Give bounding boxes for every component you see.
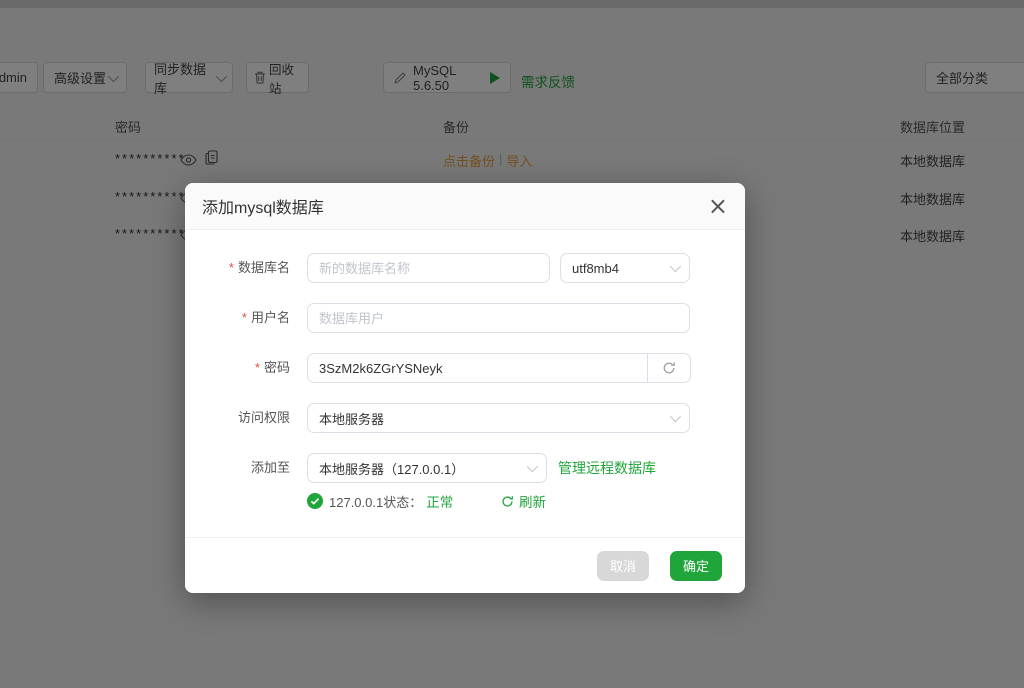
- status-refresh-link[interactable]: 刷新: [501, 492, 546, 510]
- server-status-row: 127.0.0.1状态： 正常: [307, 492, 453, 510]
- modal-header: 添加mysql数据库 ×: [185, 183, 745, 230]
- close-icon[interactable]: ×: [708, 194, 728, 218]
- access-label-text: 访问权限: [237, 410, 290, 425]
- access-select[interactable]: 本地服务器: [307, 403, 690, 433]
- db-name-label: * 数据库名: [185, 253, 290, 283]
- db-name-label-text: 数据库名: [237, 260, 290, 275]
- add-to-select[interactable]: 本地服务器（127.0.0.1）: [307, 453, 547, 483]
- modal-footer: 取消 确定: [185, 537, 745, 593]
- refresh-icon: [662, 361, 676, 375]
- db-name-input[interactable]: [307, 253, 550, 283]
- add-to-label-text: 添加至: [250, 460, 290, 475]
- username-label-text: 用户名: [250, 310, 290, 325]
- access-value: 本地服务器: [319, 411, 385, 427]
- password-label-text: 密码: [263, 360, 290, 375]
- database-manager-screen: dmin 高级设置 同步数据库 回收站 MySQL 5.6.50 需求反馈 全部…: [0, 0, 1024, 688]
- regenerate-password-button[interactable]: [648, 353, 691, 383]
- required-mark: *: [241, 310, 247, 325]
- refresh-icon: [501, 495, 514, 508]
- add-to-value: 本地服务器（127.0.0.1）: [319, 461, 465, 477]
- confirm-button[interactable]: 确定: [669, 550, 722, 581]
- status-value: 正常: [426, 495, 454, 510]
- chevron-down-icon: [669, 260, 682, 273]
- password-label: * 密码: [185, 353, 290, 383]
- required-mark: *: [254, 360, 260, 375]
- modal-title: 添加mysql数据库: [202, 200, 324, 217]
- charset-value: utf8mb4: [572, 260, 619, 276]
- add-database-modal: 添加mysql数据库 × *数据库名 utf8mb4 *用户名 *密码: [185, 183, 745, 593]
- password-input[interactable]: [307, 353, 648, 383]
- check-circle-icon: [307, 493, 323, 509]
- add-to-label: 添加至: [185, 453, 290, 483]
- chevron-down-icon: [669, 410, 682, 423]
- cancel-button[interactable]: 取消: [596, 550, 649, 581]
- refresh-label: 刷新: [519, 495, 546, 510]
- manage-remote-db-link[interactable]: 管理远程数据库: [558, 453, 656, 483]
- charset-select[interactable]: utf8mb4: [560, 253, 690, 283]
- username-label: * 用户名: [185, 303, 290, 333]
- username-input[interactable]: [307, 303, 690, 333]
- required-mark: *: [228, 260, 234, 275]
- access-label: 访问权限: [185, 403, 290, 433]
- status-label: 127.0.0.1状态：: [329, 494, 423, 510]
- chevron-down-icon: [526, 460, 539, 473]
